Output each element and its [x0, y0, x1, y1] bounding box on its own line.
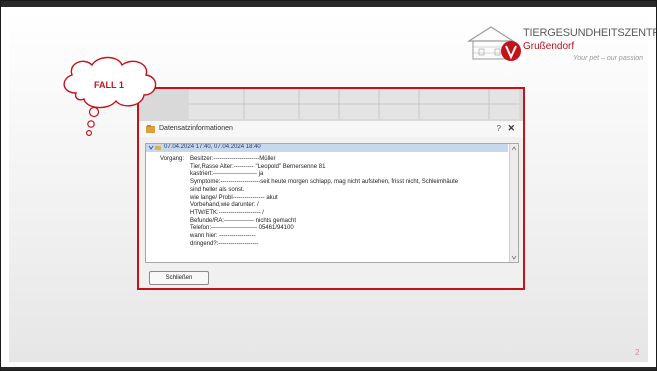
callout-label: FALL 1 [94, 80, 124, 90]
logo-title: TIERGESUNDHEITSZENTRUM [523, 27, 656, 39]
record-details-panel: 07.04.2024 17:40, 07.04.2024 18:40 Vorga… [145, 143, 519, 263]
logo-slogan: Your pet – our passion [573, 55, 644, 62]
detail-line: Symptome:--------------------seit heute … [190, 179, 459, 186]
record-info-dialog: Datensatzinformationen ? ✕ 07.04.2024 17… [139, 121, 523, 288]
detail-line: Besitzer:-----------------------Müller [190, 156, 276, 162]
detail-line: kastriert:---------------------- ja [190, 171, 264, 178]
bottom-band [1, 367, 656, 370]
selected-record-row[interactable]: 07.04.2024 17:40, 07.04.2024 18:40 [146, 144, 508, 152]
callout-cloud: FALL 1 [56, 53, 166, 137]
detail-line: Befunde/RA:--------------- nichts gemach… [190, 217, 297, 224]
detail-line: wann hier: ------------------ [190, 233, 256, 240]
detail-line: dringend?:-------------------- [190, 240, 259, 247]
page-number: 2 [635, 348, 640, 357]
detail-line: Tier,Rasse Alter:---------- "Leopold" Be… [190, 163, 326, 170]
record-lines: Besitzer:-----------------------Müller T… [190, 156, 458, 248]
close-icon[interactable]: ✕ [507, 123, 515, 134]
detail-line: Telefon:----------------------- 05461/94… [190, 225, 294, 232]
house-icon [466, 26, 521, 61]
background-grid [189, 89, 519, 119]
screenshot-frame: Datensatzinformationen ? ✕ 07.04.2024 17… [137, 87, 525, 290]
dialog-title: Datensatzinformationen [159, 125, 233, 132]
detail-line: sind heller als sonst. [190, 186, 245, 193]
records-icon [146, 125, 155, 133]
logo-subtitle: Grußendorf [523, 41, 575, 52]
detail-line: HTW/ETK:--------------------- / [190, 209, 264, 216]
slide: TIERGESUNDHEITSZENTRUM Grußendorf Your p… [0, 0, 657, 371]
vertical-scrollbar[interactable] [509, 144, 518, 262]
detail-line: Vorbehand,wie darunter: / [190, 202, 259, 209]
detail-line: wie lange/ Probl---------------- akut [190, 194, 278, 201]
close-button[interactable]: Schließen [149, 271, 209, 285]
expand-folder-icon[interactable] [148, 144, 162, 152]
top-band [1, 1, 656, 7]
vorgang-label: Vorgang: [160, 156, 185, 162]
help-button[interactable]: ? [497, 124, 501, 133]
dialog-titlebar: Datensatzinformationen ? ✕ [139, 121, 523, 137]
callout-tail-icon [85, 107, 100, 137]
logo: TIERGESUNDHEITSZENTRUM Grußendorf Your p… [463, 19, 656, 73]
record-timestamp: 07.04.2024 17:40, 07.04.2024 18:40 [164, 144, 261, 150]
scroll-arrows-icon [511, 146, 517, 260]
